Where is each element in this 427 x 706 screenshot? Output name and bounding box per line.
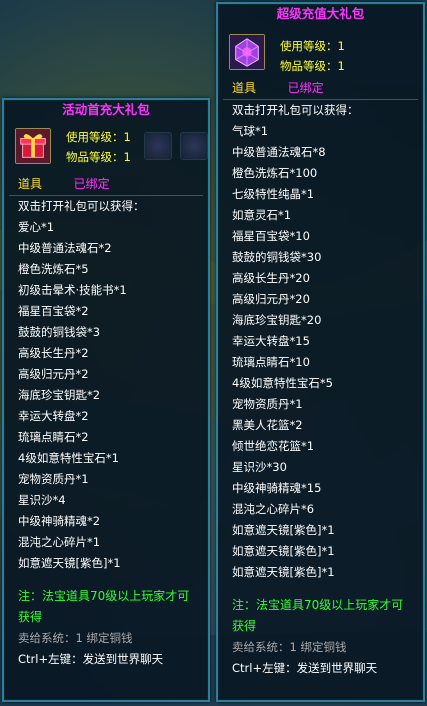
left-bound-status: 已绑定 [73, 177, 110, 191]
reward-list-item: 如意遮天镜[紫色]*1 [232, 523, 335, 537]
right-ctrl-hint: Ctrl+左键：发送到世界聊天 [232, 661, 378, 675]
reward-list-item: 宠物资质丹*1 [18, 472, 89, 486]
reward-list-item: 高级归元丹*2 [18, 367, 89, 381]
reward-list-item: 初级击晕术·技能书*1 [18, 283, 127, 297]
left-item-icon-slot[interactable] [15, 128, 51, 164]
reward-list-item: 高级归元丹*20 [232, 292, 310, 306]
background-inventory-slot [180, 132, 208, 160]
reward-list-item: 星识沙*4 [18, 493, 66, 507]
reward-list-item: 中级普通法魂石*8 [232, 145, 326, 159]
left-tooltip-title: 活动首充大礼包 [62, 102, 150, 117]
red-gift-box-icon [16, 129, 50, 163]
left-item-level: 物品等级：1 [66, 150, 131, 164]
reward-list-item: 七级特性纯晶*1 [232, 187, 315, 201]
right-item-icon-slot[interactable] [229, 34, 265, 70]
reward-list-item: 如意灵石*1 [232, 208, 292, 222]
reward-list-item: 琉璃点睛石*10 [232, 355, 310, 369]
right-note: 注：法宝道具70级以上玩家才可获得 [232, 598, 404, 633]
reward-list-item: 高级长生丹*20 [232, 271, 310, 285]
reward-list-item: 混沌之心碎片*1 [18, 535, 101, 549]
reward-list-item: 气球*1 [232, 124, 269, 138]
left-use-level: 使用等级：1 [66, 130, 131, 144]
reward-list-item: 混沌之心碎片*6 [232, 502, 315, 516]
reward-list-item: 鼓鼓的铜钱袋*30 [232, 250, 322, 264]
right-bound-status: 已绑定 [287, 81, 324, 95]
right-intro: 双击打开礼包可以获得： [232, 103, 359, 117]
reward-list-item: 幸运大转盘*15 [232, 334, 310, 348]
right-tooltip-header: 使用等级：1 物品等级：1 [218, 24, 423, 78]
reward-list-item: 橙色洗炼石*100 [232, 166, 318, 180]
reward-list-item: 4级如意特性宝石*5 [232, 376, 333, 390]
background-inventory-slot [144, 132, 172, 160]
right-use-level: 使用等级：1 [280, 39, 345, 53]
left-note: 注：法宝道具70级以上玩家才可获得 [18, 589, 190, 624]
right-category-row: 道具 已绑定 [218, 78, 423, 99]
reward-list-item: 橙色洗炼石*5 [18, 262, 89, 276]
reward-list-item: 宠物资质丹*1 [232, 397, 303, 411]
reward-list-item: 中级神骑精魂*2 [18, 514, 101, 528]
right-reward-list: 气球*1 中级普通法魂石*8 橙色洗炼石*100 七级特性纯晶*1 如意灵石*1 福星百宝… [218, 121, 423, 583]
reward-list-item: 海底珍宝钥匙*2 [18, 388, 101, 402]
left-category-row: 道具 已绑定 [4, 174, 208, 195]
reward-list-item: 海底珍宝钥匙*20 [232, 313, 322, 327]
left-tooltip-header: 使用等级：1 物品等级：1 [4, 120, 208, 174]
left-category: 道具 [18, 177, 43, 191]
reward-list-item: 琉璃点睛石*2 [18, 430, 89, 444]
left-sell-price: 卖给系统：1 绑定铜钱 [18, 631, 133, 645]
reward-list-item: 如意遮天镜[紫色]*1 [232, 565, 335, 579]
left-intro: 双击打开礼包可以获得： [18, 199, 145, 213]
reward-list-item: 中级普通法魂石*2 [18, 241, 112, 255]
right-item-tooltip: 超级充值大礼包 使用等级：1 物品等级：1 道具 已绑定 双击打开礼包可以获得：… [216, 2, 425, 702]
purple-crystal-gift-icon [230, 35, 264, 69]
reward-list-item: 倾世绝恋花篮*1 [232, 439, 315, 453]
reward-list-item: 爱心*1 [18, 220, 55, 234]
right-sell-price: 卖给系统：1 绑定铜钱 [232, 640, 347, 654]
reward-list-item: 如意遮天镜[紫色]*1 [232, 544, 335, 558]
reward-list-item: 如意遮天镜[紫色]*1 [18, 556, 121, 570]
reward-list-item: 4级如意特性宝石*1 [18, 451, 119, 465]
left-ctrl-hint: Ctrl+左键：发送到世界聊天 [18, 652, 164, 666]
left-item-tooltip: 活动首充大礼包 使用等级：1 物品等级：1 道具 已绑定 双击打开礼包可以获得：… [2, 98, 210, 702]
reward-list-item: 福星百宝袋*10 [232, 229, 310, 243]
reward-list-item: 星识沙*30 [232, 460, 287, 474]
left-reward-list: 爱心*1 中级普通法魂石*2 橙色洗炼石*5 初级击晕术·技能书*1 福星百宝袋*2 鼓鼓… [4, 217, 208, 574]
reward-list-item: 幸运大转盘*2 [18, 409, 89, 423]
reward-list-item: 黑美人花篮*2 [232, 418, 303, 432]
right-category: 道具 [232, 81, 257, 95]
reward-list-item: 鼓鼓的铜钱袋*3 [18, 325, 101, 339]
reward-list-item: 福星百宝袋*2 [18, 304, 89, 318]
reward-list-item: 高级长生丹*2 [18, 346, 89, 360]
right-tooltip-title: 超级充值大礼包 [276, 6, 365, 21]
right-item-level: 物品等级：1 [280, 59, 345, 73]
reward-list-item: 中级神骑精魂*15 [232, 481, 322, 495]
